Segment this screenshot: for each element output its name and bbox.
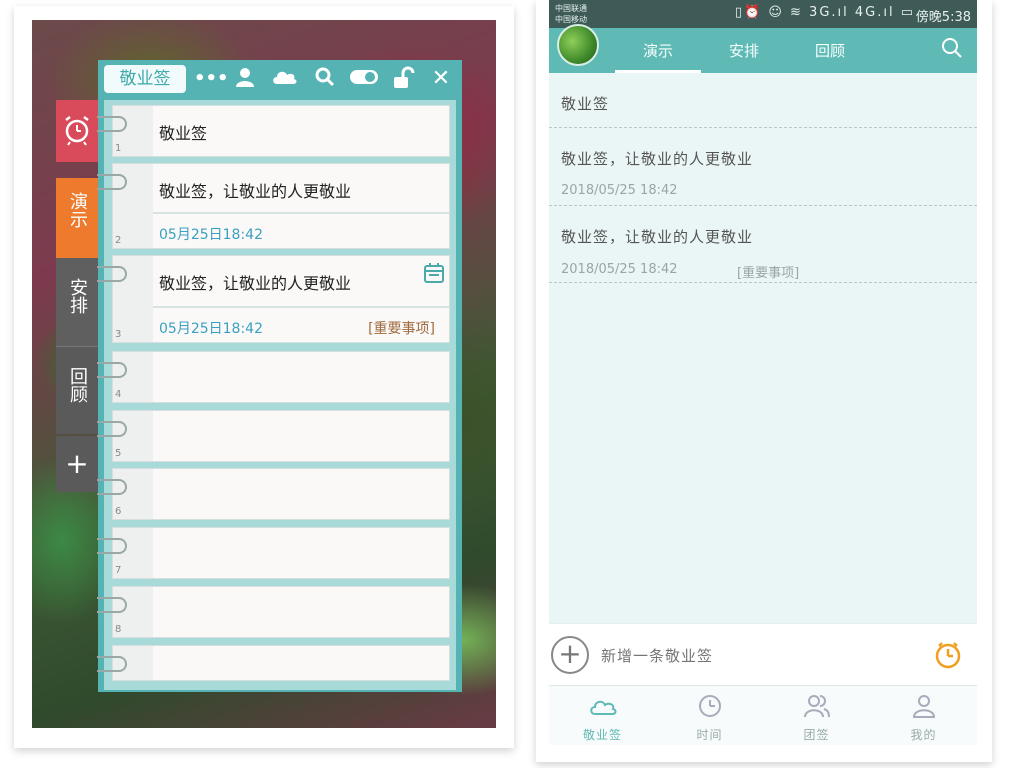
side-tab-review[interactable]: 回顾 xyxy=(56,346,98,434)
note-item-empty[interactable]: 5 xyxy=(97,410,450,462)
nav-label: 时间 xyxy=(696,728,723,742)
binder-clip-icon xyxy=(97,362,127,378)
note-number: 5 xyxy=(115,448,122,459)
side-tab-arrange[interactable]: 安排 xyxy=(56,258,98,346)
list-item-text: 敬业签，让敬业的人更敬业 xyxy=(561,150,754,168)
nav-item-notes[interactable]: 敬业签 xyxy=(549,686,656,745)
binder-clip-icon xyxy=(97,479,127,495)
note-number: 6 xyxy=(115,506,122,517)
avatar[interactable] xyxy=(557,24,599,66)
cloud-note-icon xyxy=(590,700,617,715)
note-number: 1 xyxy=(115,143,122,154)
team-icon xyxy=(804,695,830,718)
list-item-text: 敬业签，让敬业的人更敬业 xyxy=(561,228,754,246)
binder-clip-icon xyxy=(97,174,127,190)
note-tag: [重要事项] xyxy=(368,321,435,337)
clock-icon xyxy=(699,695,721,717)
calendar-icon[interactable] xyxy=(423,262,445,284)
status-time: 傍晚5:38 xyxy=(915,10,971,25)
binder-clip-icon xyxy=(97,538,127,554)
list-item-tag: [重要事项] xyxy=(737,266,800,281)
nav-item-time[interactable]: 时间 xyxy=(656,686,763,745)
list-item[interactable]: 敬业签，让敬业的人更敬业 2018/05/25 18:42 xyxy=(549,128,977,206)
note-item-empty[interactable]: 8 xyxy=(97,586,450,638)
plus-icon: + xyxy=(65,447,89,480)
note-divider xyxy=(153,306,449,308)
side-tab-add[interactable]: + xyxy=(56,436,98,492)
note-divider xyxy=(153,212,449,214)
note-item-2[interactable]: 敬业签，让敬业的人更敬业 05月25日18:42 2 xyxy=(97,163,450,249)
nav-label: 我的 xyxy=(910,728,937,742)
note-text: 敬业签，让敬业的人更敬业 xyxy=(159,274,352,293)
unlock-icon[interactable] xyxy=(390,66,416,92)
status-icons: ▯⏰ ☺ ≋ 3G.ıl 4G.ıl ▭ xyxy=(734,5,915,20)
binder-clip-icon xyxy=(97,421,127,437)
search-icon[interactable] xyxy=(941,37,963,59)
list-item[interactable]: 敬业签，让敬业的人更敬业 2018/05/25 18:42 [重要事项] xyxy=(549,206,977,283)
toggle-icon[interactable] xyxy=(348,66,380,92)
note-date: 05月25日18:42 xyxy=(159,227,263,243)
nav-item-team[interactable]: 团签 xyxy=(763,686,870,745)
bottom-nav: 敬业签 时间 团签 我的 xyxy=(549,685,977,745)
notes-list: 敬业签 1 敬业签，让敬业的人更敬业 05月25日18:42 2 敬业签，让敬业… xyxy=(97,100,456,690)
carrier-label: 中国移动 xyxy=(555,15,587,24)
user-icon[interactable] xyxy=(232,66,258,92)
new-note-input[interactable] xyxy=(601,644,901,668)
phone-screen: 中国联通 中国移动 ▯⏰ ☺ ≋ 3G.ıl 4G.ıl ▭ 傍晚5:38 演示… xyxy=(549,0,977,745)
side-tab-demo[interactable]: 演示 xyxy=(56,178,98,258)
close-icon[interactable]: ✕ xyxy=(428,66,454,92)
side-tab-arrange-label: 安排 xyxy=(67,278,88,314)
note-item-empty[interactable]: 4 xyxy=(97,351,450,403)
list-item-date: 2018/05/25 18:42 xyxy=(561,262,678,277)
side-tab-alarm[interactable] xyxy=(56,100,98,162)
nav-label: 敬业签 xyxy=(582,728,622,742)
side-tab-review-label: 回顾 xyxy=(67,367,88,403)
composer-bar: + xyxy=(549,623,977,685)
list-item-date: 2018/05/25 18:42 xyxy=(561,183,678,198)
binder-clip-icon xyxy=(97,656,127,672)
note-date: 05月25日18:42 xyxy=(159,321,263,337)
note-item-empty[interactable]: 7 xyxy=(97,527,450,579)
nav-item-mine[interactable]: 我的 xyxy=(870,686,977,745)
note-number: 3 xyxy=(115,329,122,340)
note-number: 7 xyxy=(115,565,122,576)
binder-clip-icon xyxy=(97,116,127,132)
note-number: 2 xyxy=(115,235,122,246)
note-item-3[interactable]: 敬业签，让敬业的人更敬业 05月25日18:42 [重要事项] 3 xyxy=(97,255,450,343)
note-item-empty[interactable] xyxy=(97,645,450,681)
note-text: 敬业签，让敬业的人更敬业 xyxy=(159,182,352,201)
binder-clip-icon xyxy=(97,597,127,613)
app-bar: 演示 安排 回顾 xyxy=(549,24,977,73)
tab-arrange[interactable]: 安排 xyxy=(701,40,787,61)
alarm-clock-icon xyxy=(65,116,89,146)
tab-demo[interactable]: 演示 xyxy=(615,40,701,61)
widget-toolbar: 敬业签 ••• ✕ xyxy=(98,60,462,98)
reminder-clock-icon[interactable] xyxy=(933,640,963,670)
tab-review[interactable]: 回顾 xyxy=(787,40,873,61)
widget-title[interactable]: 敬业签 xyxy=(104,65,186,93)
cloud-icon[interactable] xyxy=(272,66,298,92)
list-item[interactable]: 敬业签 xyxy=(549,73,977,128)
note-text: 敬业签 xyxy=(159,124,208,143)
status-bar: 中国联通 中国移动 ▯⏰ ☺ ≋ 3G.ıl 4G.ıl ▭ 傍晚5:38 xyxy=(549,0,977,28)
side-tab-demo-label: 演示 xyxy=(67,192,88,228)
add-button[interactable]: + xyxy=(551,636,589,674)
person-icon xyxy=(912,695,936,718)
carrier-label: 中国联通 xyxy=(555,4,587,13)
note-item-1[interactable]: 敬业签 1 xyxy=(97,105,450,157)
note-number: 8 xyxy=(115,624,122,635)
nav-label: 团签 xyxy=(803,728,830,742)
note-item-empty[interactable]: 6 xyxy=(97,468,450,520)
note-number: 4 xyxy=(115,389,122,400)
notes-widget: 敬业签 ••• ✕ 敬业签 1 敬业签，让敬业的人更敬业 05月25日18:42… xyxy=(97,60,462,692)
more-icon[interactable]: ••• xyxy=(194,66,229,92)
search-icon[interactable] xyxy=(312,66,338,92)
list-item-text: 敬业签 xyxy=(561,95,610,113)
binder-clip-icon xyxy=(97,266,127,282)
